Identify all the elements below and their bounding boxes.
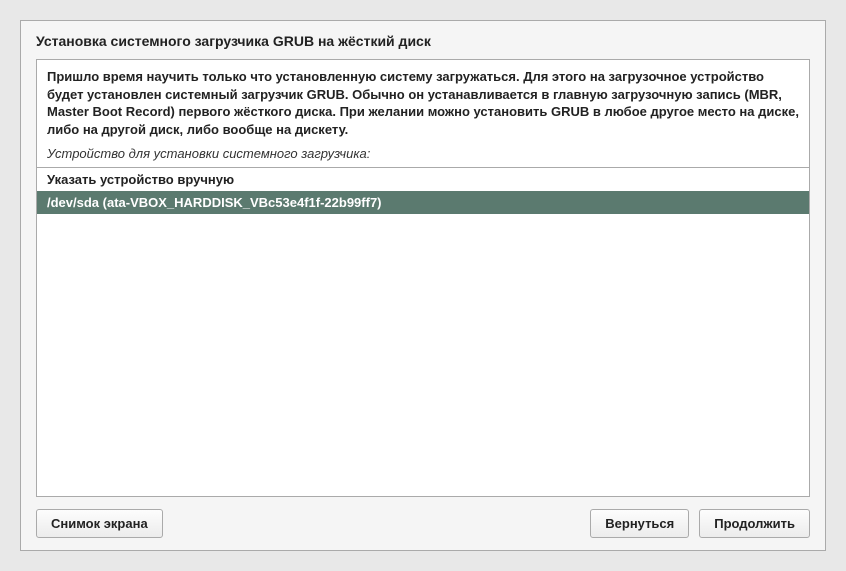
device-option-sda[interactable]: /dev/sda (ata-VBOX_HARDDISK_VBc53e4f1f-2… [37, 191, 809, 214]
back-button[interactable]: Вернуться [590, 509, 689, 538]
device-list: Указать устройство вручную /dev/sda (ata… [37, 167, 809, 496]
description-text: Пришло время научить только что установл… [37, 60, 809, 144]
main-panel: Пришло время научить только что установл… [36, 59, 810, 497]
subtitle-text: Устройство для установки системного загр… [37, 144, 809, 167]
device-option-manual[interactable]: Указать устройство вручную [37, 168, 809, 191]
page-title: Установка системного загрузчика GRUB на … [36, 33, 810, 49]
screenshot-button[interactable]: Снимок экрана [36, 509, 163, 538]
continue-button[interactable]: Продолжить [699, 509, 810, 538]
button-row: Снимок экрана Вернуться Продолжить [36, 509, 810, 538]
installer-window: Установка системного загрузчика GRUB на … [20, 20, 826, 551]
